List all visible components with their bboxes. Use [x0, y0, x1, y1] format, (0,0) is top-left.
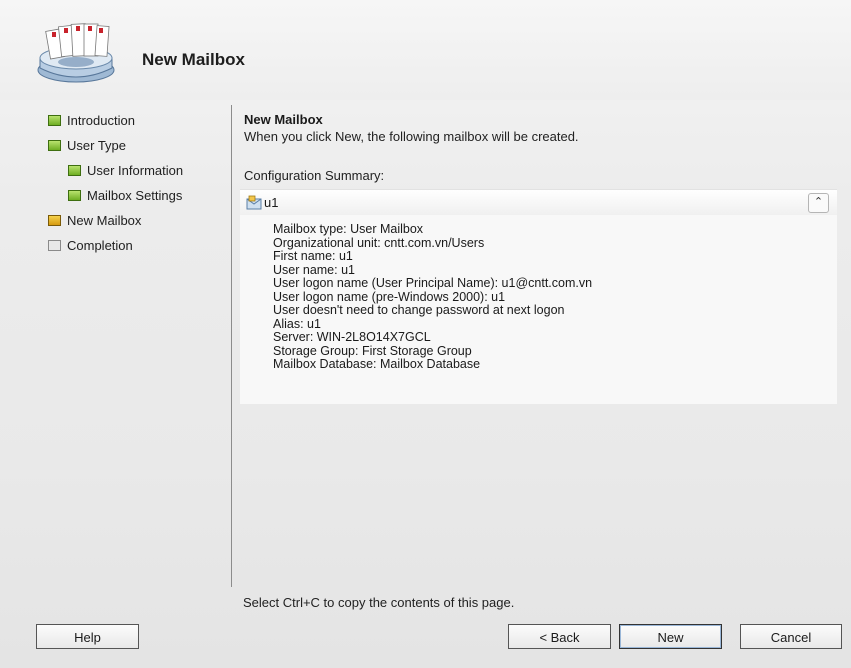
summary-line-user-name: User name: u1 — [273, 262, 355, 277]
summary-line-storage-group: Storage Group: First Storage Group — [273, 343, 472, 358]
nav-step-user-information: User Information — [68, 160, 228, 185]
help-button[interactable]: Help — [36, 624, 139, 649]
mailbox-wizard-icon — [37, 23, 115, 83]
summary-line-server: Server: WIN-2L8O14X7GCL — [273, 330, 431, 344]
step-status-current-icon — [48, 215, 61, 226]
step-status-complete-icon — [68, 190, 81, 201]
new-button[interactable]: New — [619, 624, 722, 649]
summary-lines: Mailbox type: User Mailbox Organizationa… — [273, 222, 593, 372]
cancel-button[interactable]: Cancel — [740, 624, 842, 649]
nav-step-label: Mailbox Settings — [87, 188, 183, 203]
copy-hint: Select Ctrl+C to copy the contents of th… — [243, 595, 515, 610]
summary-line-mailbox-type: Mailbox type: User Mailbox — [273, 222, 424, 236]
nav-step-user-type: User Type — [48, 135, 228, 160]
nav-step-label: Completion — [67, 238, 133, 253]
summary-line-mailbox-database: Mailbox Database: Mailbox Database — [273, 357, 481, 371]
nav-step-introduction: Introduction — [48, 110, 228, 135]
summary-line-first-name: First name: u1 — [273, 249, 353, 263]
summary-mailbox-name: u1 — [264, 195, 279, 210]
nav-step-label: New Mailbox — [67, 213, 142, 228]
step-status-complete-icon — [48, 115, 61, 126]
page-description: When you click New, the following mailbo… — [244, 129, 579, 144]
wizard-steps-nav: Introduction User Type User Information … — [48, 110, 228, 260]
nav-step-label: User Information — [87, 163, 184, 178]
wizard-header: New Mailbox — [0, 0, 851, 100]
nav-step-label: User Type — [67, 138, 127, 153]
summary-header: u1 ⌃ — [240, 189, 837, 215]
nav-step-label: Introduction — [67, 113, 135, 128]
summary-line-pre-windows-2000: User logon name (pre-Windows 2000): u1 — [273, 289, 506, 304]
step-status-complete-icon — [48, 140, 61, 151]
summary-line-organizational-unit: Organizational unit: cntt.com.vn/Users — [273, 235, 485, 250]
nav-step-mailbox-settings: Mailbox Settings — [68, 185, 228, 210]
summary-line-alias: Alias: u1 — [273, 316, 321, 331]
double-chevron-up-icon: ⌃ — [813, 196, 824, 208]
nav-divider — [231, 105, 232, 587]
wizard-title: New Mailbox — [142, 50, 245, 69]
mailbox-user-icon — [246, 195, 262, 210]
step-status-complete-icon — [68, 165, 81, 176]
step-status-pending-icon — [48, 240, 61, 251]
nav-step-new-mailbox: New Mailbox — [48, 210, 228, 235]
summary-details: Mailbox type: User Mailbox Organizationa… — [240, 215, 837, 404]
summary-line-upn: User logon name (User Principal Name): u… — [273, 276, 593, 290]
configuration-summary-label: Configuration Summary: — [244, 168, 385, 183]
summary-line-password-option: User doesn't need to change password at … — [273, 303, 565, 317]
nav-step-completion: Completion — [48, 235, 228, 260]
page-title: New Mailbox — [244, 112, 323, 127]
collapse-summary-button[interactable]: ⌃ — [808, 193, 829, 213]
back-button[interactable]: < Back — [508, 624, 611, 649]
